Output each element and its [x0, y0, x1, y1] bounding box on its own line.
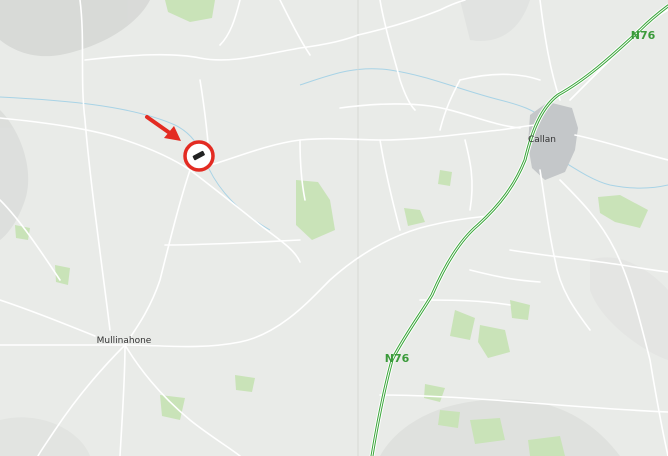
map-view[interactable]: N76 N76 Callan Mullinahone: [0, 0, 668, 456]
place-label-callan: Callan: [528, 135, 556, 145]
map-canvas: N76 N76 Callan Mullinahone: [0, 0, 668, 456]
road-label-n76-north: N76: [631, 29, 656, 42]
place-label-mullinahone: Mullinahone: [97, 336, 152, 346]
road-label-n76-south: N76: [385, 352, 410, 365]
location-marker[interactable]: [183, 140, 215, 172]
